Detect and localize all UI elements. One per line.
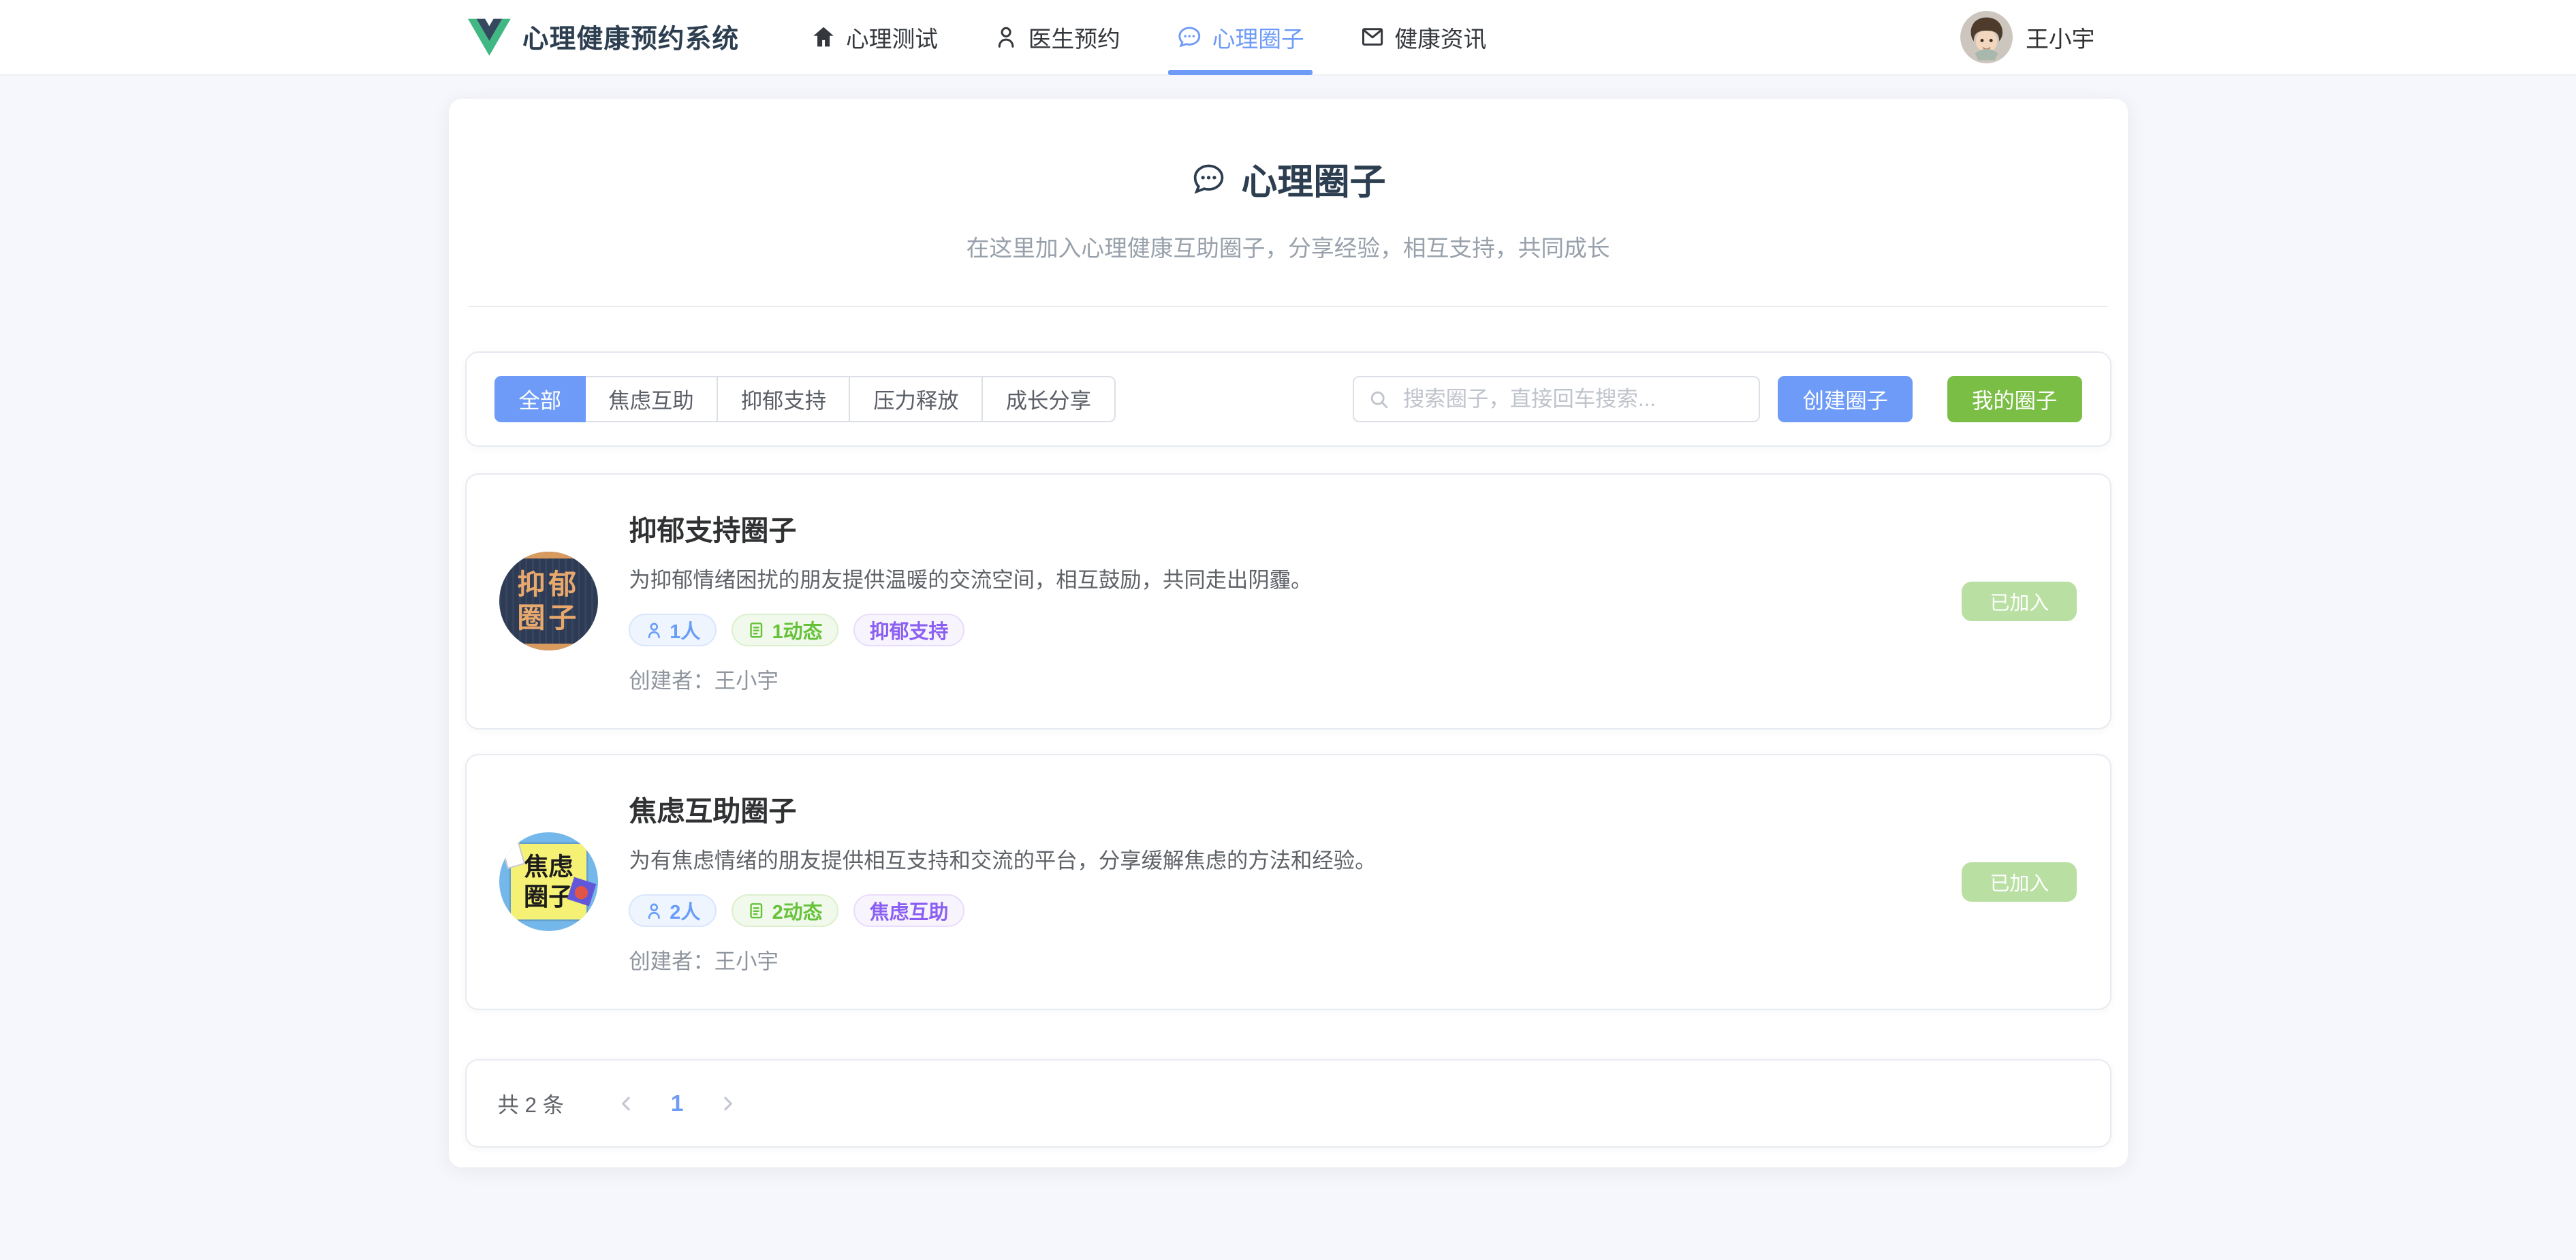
- total-count-label: 共 2 条: [497, 1088, 564, 1119]
- tab-depression[interactable]: 抑郁支持: [717, 376, 851, 422]
- posts-count: 2动态: [772, 896, 823, 925]
- current-page[interactable]: 1: [671, 1090, 684, 1117]
- tab-growth[interactable]: 成长分享: [981, 376, 1116, 422]
- brand: 心理健康预约系统: [468, 18, 739, 56]
- circle-info: 焦虑互助圈子 为有焦虑情绪的朋友提供相互支持和交流的平台，分享缓解焦虑的方法和经…: [629, 788, 1936, 975]
- nav-item-psych-circles[interactable]: 心理圈子: [1173, 0, 1308, 75]
- avatar-text-line1: 抑郁: [517, 568, 580, 601]
- avatar-text-line1: 焦虑: [524, 852, 573, 881]
- header-divider: [468, 306, 2107, 307]
- circle-info: 抑郁支持圈子 为抑郁情绪困扰的朋友提供温暖的交流空间，相互鼓励，共同走出阴霾。 …: [629, 507, 1936, 695]
- posts-count: 1动态: [772, 616, 823, 644]
- main-content: 心理圈子 在这里加入心理健康互助圈子，分享经验，相互支持，共同成长 全部 焦虑互…: [0, 99, 2576, 1168]
- circle-card-depression[interactable]: 抑郁 圈子 抑郁支持圈子 为抑郁情绪困扰的朋友提供温暖的交流空间，相互鼓励，共同…: [465, 473, 2111, 729]
- toolbar-actions: 创建圈子 我的圈子: [1353, 376, 2082, 422]
- category-tabs: 全部 焦虑互助 抑郁支持 压力释放 成长分享: [494, 376, 1116, 422]
- user-name: 王小宇: [2026, 20, 2094, 54]
- circles-page-card: 心理圈子 在这里加入心理健康互助圈子，分享经验，相互支持，共同成长 全部 焦虑互…: [449, 99, 2128, 1168]
- nav-label: 心理圈子: [1212, 20, 1304, 54]
- chevron-left-icon: [616, 1094, 636, 1114]
- posts-icon: [747, 902, 766, 920]
- my-circles-button[interactable]: 我的圈子: [1947, 376, 2082, 422]
- circle-name: 抑郁支持圈子: [629, 507, 1936, 548]
- tab-anxiety[interactable]: 焦虑互助: [584, 376, 718, 422]
- category-tag: 焦虑互助: [853, 894, 964, 927]
- filter-toolbar: 全部 焦虑互助 抑郁支持 压力释放 成长分享 创建圈子 我的圈子: [465, 351, 2111, 447]
- avatar-text-line2: 圈子: [517, 601, 580, 634]
- app-title: 心理健康预约系统: [522, 18, 739, 56]
- chevron-right-icon: [718, 1094, 738, 1114]
- page-header: 心理圈子 在这里加入心理健康互助圈子，分享经验，相互支持，共同成长: [449, 99, 2128, 306]
- home-icon: [811, 25, 836, 49]
- category-tag: 抑郁支持: [853, 614, 964, 646]
- members-icon: [645, 902, 663, 920]
- avatar-text-line2: 圈子: [524, 882, 573, 911]
- next-page-button[interactable]: [708, 1094, 748, 1114]
- members-icon: [645, 621, 663, 640]
- posts-badge: 2动态: [732, 894, 839, 927]
- top-navbar: 心理健康预约系统 心理测试 医生预约 心理圈子 健康资讯: [0, 0, 2576, 76]
- page-title: 心理圈子: [449, 153, 2128, 205]
- circle-avatar-depression: 抑郁 圈子: [499, 552, 598, 650]
- members-count: 2人: [670, 896, 700, 925]
- joined-button[interactable]: 已加入: [1962, 582, 2077, 621]
- posts-badge: 1动态: [732, 614, 839, 646]
- nav-item-psych-test[interactable]: 心理测试: [808, 0, 941, 75]
- circle-description: 为有焦虑情绪的朋友提供相互支持和交流的平台，分享缓解焦虑的方法和经验。: [629, 844, 1936, 875]
- chat-bubble-title-icon: [1191, 161, 1227, 197]
- search-box: [1353, 376, 1760, 422]
- members-badge: 2人: [629, 894, 717, 927]
- pager: 1: [607, 1090, 748, 1117]
- circle-badges: 2人 2动态 焦虑互助: [629, 894, 1936, 927]
- tab-all[interactable]: 全部: [494, 376, 586, 422]
- circle-description: 为抑郁情绪困扰的朋友提供温暖的交流空间，相互鼓励，共同走出阴霾。: [629, 563, 1936, 594]
- circle-badges: 1人 1动态 抑郁支持: [629, 614, 1936, 646]
- joined-button[interactable]: 已加入: [1962, 862, 2077, 902]
- members-count: 1人: [670, 616, 700, 644]
- prev-page-button[interactable]: [607, 1094, 646, 1114]
- search-input[interactable]: [1400, 385, 1744, 413]
- create-circle-button[interactable]: 创建圈子: [1778, 376, 1913, 422]
- creator-label: 创建者：王小宇: [629, 945, 1936, 975]
- circle-card-anxiety[interactable]: 焦虑 圈子 焦虑互助圈子 为有焦虑情绪的朋友提供相互支持和交流的平台，分享缓解焦…: [465, 754, 2111, 1010]
- main-nav: 心理测试 医生预约 心理圈子 健康资讯: [808, 0, 1539, 75]
- user-menu[interactable]: 王小宇: [1960, 11, 2095, 63]
- members-badge: 1人: [629, 614, 717, 646]
- circle-avatar-anxiety: 焦虑 圈子: [499, 832, 598, 931]
- user-icon: [994, 25, 1018, 49]
- tab-stress[interactable]: 压力释放: [849, 376, 983, 422]
- pagination-bar: 共 2 条 1: [465, 1059, 2111, 1148]
- page-title-text: 心理圈子: [1241, 153, 1385, 205]
- mail-icon: [1360, 25, 1385, 49]
- search-icon: [1368, 389, 1389, 410]
- nav-label: 医生预约: [1028, 20, 1120, 54]
- creator-label: 创建者：王小宇: [629, 664, 1936, 695]
- user-avatar: [1960, 11, 2013, 63]
- nav-label: 心理测试: [846, 20, 938, 54]
- chat-bubble-icon: [1176, 24, 1203, 50]
- vue-logo-icon: [468, 18, 511, 56]
- nav-label: 健康资讯: [1394, 20, 1486, 54]
- nav-item-doctor-booking[interactable]: 医生预约: [990, 0, 1123, 75]
- circle-name: 焦虑互助圈子: [629, 788, 1936, 829]
- nav-item-health-news[interactable]: 健康资讯: [1357, 0, 1490, 75]
- page-subtitle: 在这里加入心理健康互助圈子，分享经验，相互支持，共同成长: [449, 230, 2128, 263]
- posts-icon: [747, 621, 766, 640]
